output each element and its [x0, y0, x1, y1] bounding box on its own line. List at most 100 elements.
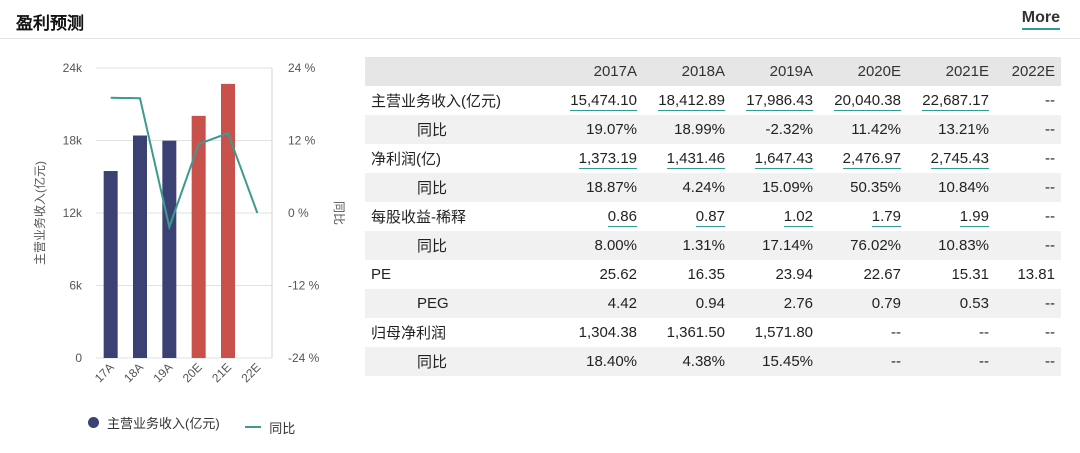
table-cell: 13.81: [995, 260, 1061, 289]
table-cell: 1,571.80: [731, 318, 819, 347]
x-tick-label: 22E: [238, 360, 263, 385]
table-cell: 17.14%: [731, 231, 819, 260]
cell-link[interactable]: 1,373.19: [578, 150, 637, 169]
row-label: 同比: [365, 347, 555, 376]
y2-axis-title: 同比: [332, 201, 345, 225]
table-row: 主营业务收入(亿元) 15,474.10 18,412.89 17,986.43 20,…: [365, 86, 1061, 115]
y-tick-label: 12k: [63, 206, 83, 220]
row-label: PE: [371, 266, 392, 283]
cell-link[interactable]: 2,745.43: [930, 150, 989, 169]
cell-value: 13.21%: [938, 121, 989, 138]
table-row: 归母净利润 1,304.38 1,361.50 1,571.80 -- -- --: [365, 318, 1061, 347]
table-row: PEG 4.42 0.94 2.76 0.79 0.53 --: [365, 289, 1061, 318]
y-axis-title: 主营业务收入(亿元): [32, 161, 47, 265]
cell-link[interactable]: 17,986.43: [746, 92, 813, 111]
y-tick-label: 24k: [63, 61, 83, 75]
cell-value: --: [979, 353, 989, 370]
x-tick-label: 20E: [180, 360, 205, 385]
y-tick-label: 18k: [63, 134, 83, 148]
cell-value: 10.84%: [938, 179, 989, 196]
y2-tick-label: -24 %: [288, 351, 320, 365]
cell-link[interactable]: 22,687.17: [922, 92, 989, 111]
column-header-year: 2019A: [731, 57, 819, 86]
table-cell: -2.32%: [731, 115, 819, 144]
cell-value: --: [1045, 295, 1055, 312]
row-label: 同比: [365, 173, 555, 202]
table-cell: 18.99%: [643, 115, 731, 144]
cell-link[interactable]: 15,474.10: [570, 92, 637, 111]
cell-link[interactable]: 0.86: [607, 208, 637, 227]
row-label: 同比: [365, 231, 555, 260]
bar-21E: [221, 83, 235, 359]
y2-tick-label: 12 %: [288, 134, 316, 148]
table-cell: 4.24%: [643, 173, 731, 202]
cell-value: 22.67: [863, 266, 901, 283]
table-cell: --: [995, 318, 1061, 347]
cell-value: 18.99%: [674, 121, 725, 138]
cell-value: 1.31%: [682, 237, 725, 254]
legend-bar-swatch: [88, 417, 99, 428]
table-cell: 22.67: [819, 260, 907, 289]
table-cell: --: [995, 144, 1061, 173]
cell-link[interactable]: 0.87: [695, 208, 725, 227]
cell-value: 25.62: [599, 266, 637, 283]
table-cell: 18,412.89: [643, 86, 731, 115]
cell-value: 10.83%: [938, 237, 989, 254]
legend-line-label: 同比: [269, 420, 296, 436]
cell-value: 15.09%: [762, 179, 813, 196]
table-cell: 2,745.43: [907, 144, 995, 173]
row-label: 净利润(亿): [371, 151, 441, 168]
table-row: 净利润(亿) 1,373.19 1,431.46 1,647.43 2,476.97 2,…: [365, 144, 1061, 173]
table-cell: 10.83%: [907, 231, 995, 260]
table-row: PE 25.62 16.35 23.94 22.67 15.31 13.81: [365, 260, 1061, 289]
table-cell: 13.21%: [907, 115, 995, 144]
row-label: 同比: [365, 115, 555, 144]
cell-value: 1,361.50: [666, 324, 725, 341]
table-cell: 22,687.17: [907, 86, 995, 115]
table-cell: 10.84%: [907, 173, 995, 202]
row-label: 每股收益-稀释: [371, 209, 466, 226]
cell-link[interactable]: 1.79: [871, 208, 901, 227]
column-header-year: 2018A: [643, 57, 731, 86]
cell-link[interactable]: 1.02: [783, 208, 813, 227]
cell-value: 4.42: [607, 295, 637, 312]
legend-item-yoy[interactable]: 同比: [245, 418, 295, 437]
legend-item-revenue[interactable]: 主营业务收入(亿元): [88, 413, 220, 432]
cell-value: 0.79: [871, 295, 901, 312]
cell-link[interactable]: 18,412.89: [658, 92, 725, 111]
column-header-label: [365, 57, 555, 86]
cell-link[interactable]: 2,476.97: [842, 150, 901, 169]
table-cell: 0.53: [907, 289, 995, 318]
cell-value: --: [1045, 208, 1055, 225]
table-cell: --: [995, 347, 1061, 376]
forecast-table: 2017A 2018A 2019A 2020E 2021E 2022E 主营业务收入(亿元…: [365, 57, 1061, 376]
table-cell: 16.35: [643, 260, 731, 289]
table-row: 同比 19.07% 18.99% -2.32% 11.42% 13.21% --: [365, 115, 1061, 144]
cell-link[interactable]: 1,431.46: [666, 150, 725, 169]
row-label: 主营业务收入(亿元): [371, 93, 501, 110]
table-cell: --: [819, 347, 907, 376]
cell-value: 4.38%: [682, 353, 725, 370]
table-cell: 1.31%: [643, 231, 731, 260]
cell-value: 16.35: [687, 266, 725, 283]
cell-value: 50.35%: [850, 179, 901, 196]
table-cell: 18.87%: [555, 173, 643, 202]
table-cell: --: [907, 318, 995, 347]
table-row: 同比 8.00% 1.31% 17.14% 76.02% 10.83% --: [365, 231, 1061, 260]
table-cell: 2.76: [731, 289, 819, 318]
column-header-year: 2022E: [995, 57, 1061, 86]
table-cell: 15,474.10: [555, 86, 643, 115]
cell-link[interactable]: 20,040.38: [834, 92, 901, 111]
cell-link[interactable]: 1,647.43: [754, 150, 813, 169]
table-row: 同比 18.87% 4.24% 15.09% 50.35% 10.84% --: [365, 173, 1061, 202]
table-cell: 23.94: [731, 260, 819, 289]
cell-link[interactable]: 1.99: [959, 208, 989, 227]
more-link[interactable]: More: [1021, 9, 1060, 30]
table-cell: 19.07%: [555, 115, 643, 144]
cell-value: --: [1045, 150, 1055, 167]
column-header-year: 2017A: [555, 57, 643, 86]
cell-value: --: [1045, 92, 1055, 109]
table-cell: 2,476.97: [819, 144, 907, 173]
table-cell: 1.02: [731, 202, 819, 231]
cell-value: 76.02%: [850, 237, 901, 254]
